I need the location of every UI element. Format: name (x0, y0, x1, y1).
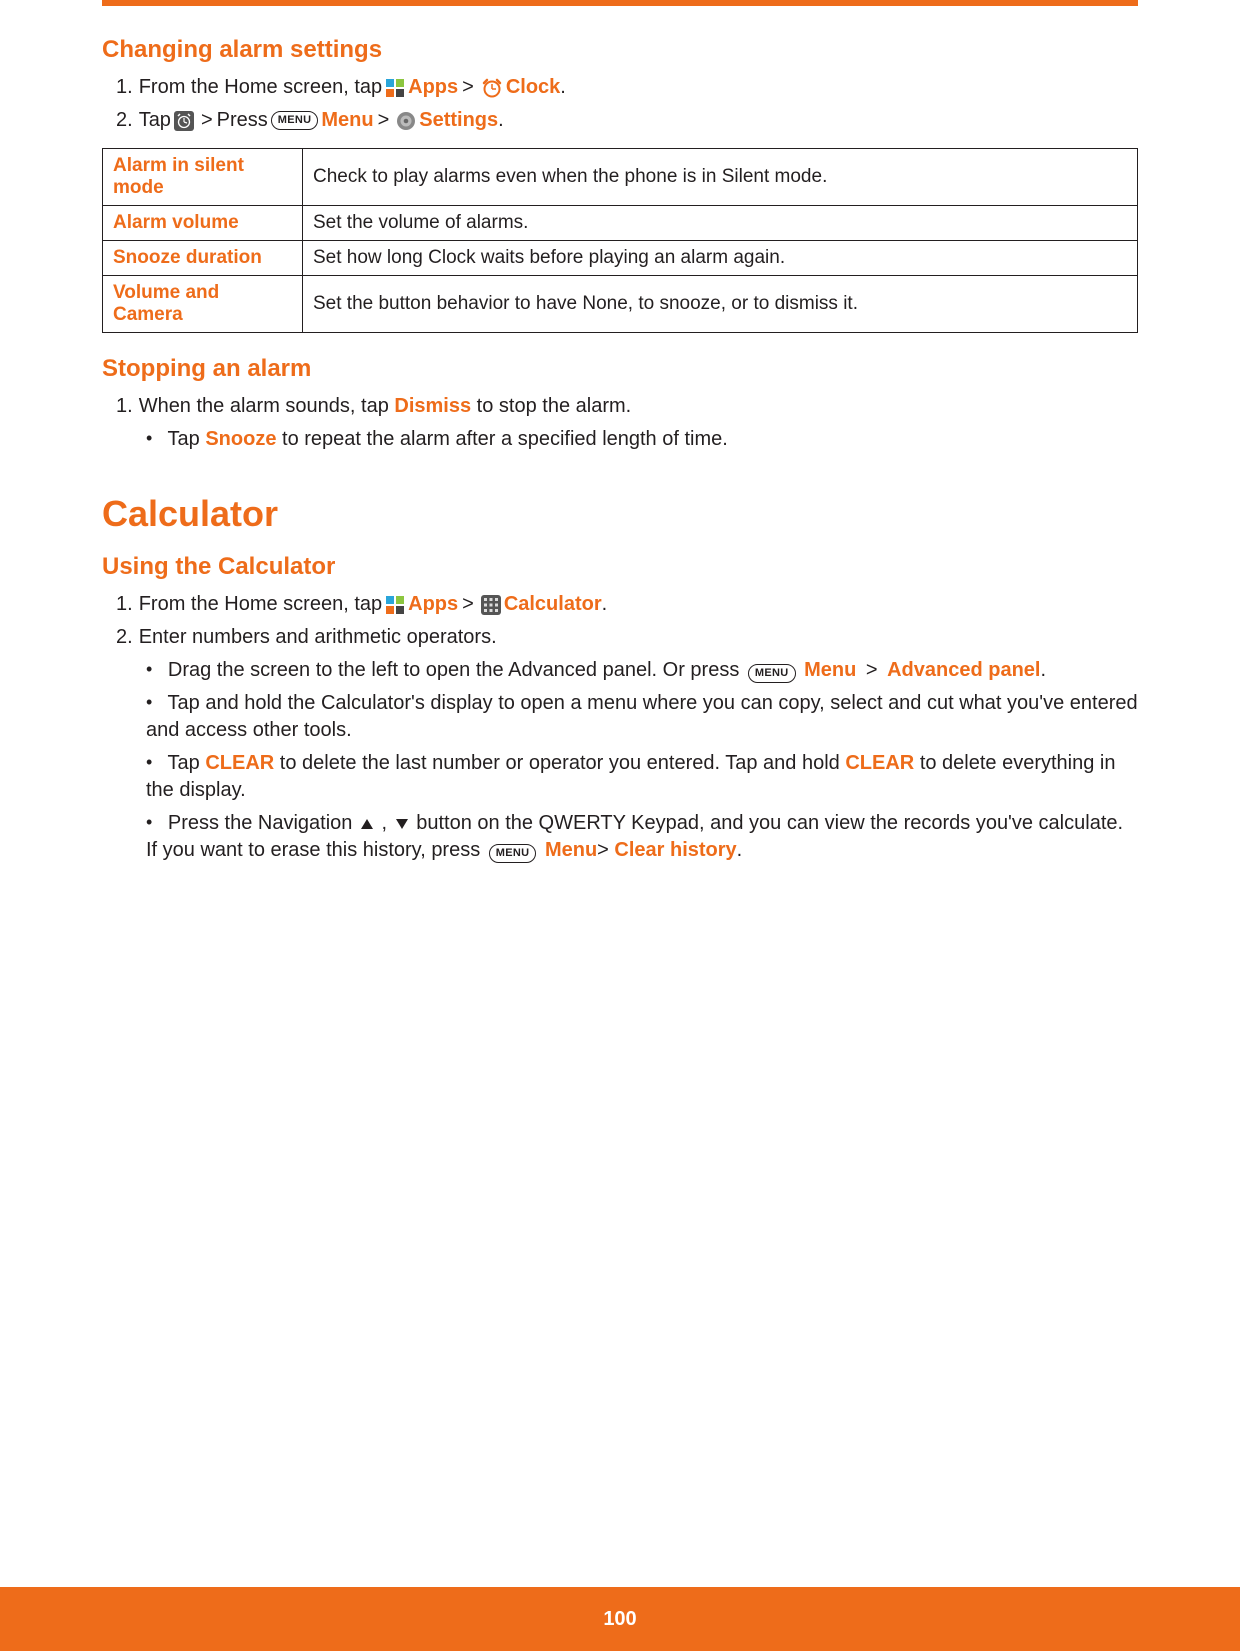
text: to delete the last number or operator yo… (280, 752, 840, 774)
setting-description: Check to play alarms even when the phone… (303, 149, 1138, 206)
text: to stop the alarm. (477, 393, 632, 420)
menu-label: Menu (804, 659, 856, 681)
step-number: 2. (116, 624, 133, 651)
separator: > (378, 107, 390, 134)
top-rule (102, 0, 1138, 6)
text: Press the Navigation (168, 812, 353, 834)
text: Tap and hold the Calculator's display to… (146, 692, 1138, 741)
menu-key-icon: menu (271, 111, 319, 130)
bullet-advanced-panel: Drag the screen to the left to open the … (146, 657, 1138, 684)
setting-description: Set how long Clock waits before playing … (303, 241, 1138, 276)
separator: > (597, 839, 609, 861)
step-number: 1. (116, 74, 133, 101)
setting-description: Set the volume of alarms. (303, 206, 1138, 241)
page: Changing alarm settings 1. From the Home… (0, 0, 1240, 1651)
nav-down-icon (395, 818, 409, 830)
text: Tap (168, 752, 200, 774)
step-1: 1. From the Home screen, tap Apps > Cloc… (116, 74, 1138, 101)
table-row: Snooze durationSet how long Clock waits … (103, 241, 1138, 276)
clear-label: CLEAR (845, 752, 914, 774)
separator: > (201, 107, 213, 134)
comma: , (382, 812, 388, 834)
step-number: 1. (116, 591, 133, 618)
stopping-alarm-steps: 1. When the alarm sounds, tap Dismiss to… (116, 393, 1138, 453)
alarm-tile-icon (174, 111, 194, 131)
menu-key-icon: menu (489, 844, 537, 863)
text: Press (217, 107, 268, 134)
heading-stopping-alarm: Stopping an alarm (102, 355, 1138, 383)
step-1: 1. When the alarm sounds, tap Dismiss to… (116, 393, 1138, 420)
period: . (602, 591, 608, 618)
clock-label: Clock (506, 74, 560, 101)
clear-history-label: Clear history (614, 839, 736, 861)
content: Changing alarm settings 1. From the Home… (102, 36, 1138, 870)
table-row: Alarm in silent modeCheck to play alarms… (103, 149, 1138, 206)
settings-gear-icon (396, 111, 416, 131)
heading-using-calculator: Using the Calculator (102, 553, 1138, 581)
table-row: Volume and CameraSet the button behavior… (103, 276, 1138, 333)
step-2: 2. Enter numbers and arithmetic operator… (116, 624, 1138, 651)
clear-label: CLEAR (205, 752, 274, 774)
table-row: Alarm volumeSet the volume of alarms. (103, 206, 1138, 241)
heading-changing-alarm: Changing alarm settings (102, 36, 1138, 64)
apps-label: Apps (408, 74, 458, 101)
text: From the Home screen, tap (139, 74, 382, 101)
advanced-panel-label: Advanced panel (887, 659, 1040, 681)
bullet-copy-cut: Tap and hold the Calculator's display to… (146, 690, 1138, 744)
setting-name: Snooze duration (103, 241, 303, 276)
text: From the Home screen, tap (139, 591, 382, 618)
apps-label: Apps (408, 591, 458, 618)
text: Enter numbers and arithmetic operators. (139, 624, 497, 651)
nav-up-icon (360, 818, 374, 830)
text: to repeat the alarm after a specified le… (282, 428, 728, 450)
bullet-clear: Tap CLEAR to delete the last number or o… (146, 750, 1138, 804)
text: Tap (168, 428, 200, 450)
setting-name: Volume and Camera (103, 276, 303, 333)
text: Drag the screen to the left to open the … (168, 659, 739, 681)
menu-key-label: menu (496, 846, 530, 861)
menu-key-label: menu (755, 666, 789, 681)
setting-name: Alarm in silent mode (103, 149, 303, 206)
menu-key-icon: menu (748, 664, 796, 683)
period: . (1040, 659, 1046, 681)
snooze-label: Snooze (205, 428, 276, 450)
apps-grid-icon (385, 595, 405, 615)
period: . (498, 107, 504, 134)
page-footer: 100 (0, 1587, 1240, 1651)
bullet-navigation-history: Press the Navigation , button on the QWE… (146, 810, 1138, 864)
clock-icon (481, 78, 503, 98)
menu-label: Menu (321, 107, 373, 134)
apps-grid-icon (385, 78, 405, 98)
text: Tap (139, 107, 171, 134)
period: . (560, 74, 566, 101)
alarm-settings-table: Alarm in silent modeCheck to play alarms… (102, 148, 1138, 333)
menu-label: Menu (545, 839, 597, 861)
calculator-steps: 1. From the Home screen, tap Apps > Calc… (116, 591, 1138, 864)
calculator-bullets: Drag the screen to the left to open the … (146, 657, 1138, 864)
sub-bullets: Tap Snooze to repeat the alarm after a s… (146, 426, 1138, 453)
separator: > (462, 74, 474, 101)
step-2: 2. Tap > Press menu Menu > Settings . (116, 107, 1138, 134)
menu-key-label: menu (278, 113, 312, 128)
calculator-label: Calculator (504, 591, 602, 618)
changing-alarm-steps: 1. From the Home screen, tap Apps > Cloc… (116, 74, 1138, 134)
setting-name: Alarm volume (103, 206, 303, 241)
setting-description: Set the button behavior to have None, to… (303, 276, 1138, 333)
step-number: 1. (116, 393, 133, 420)
bullet-snooze: Tap Snooze to repeat the alarm after a s… (146, 426, 1138, 453)
dismiss-label: Dismiss (394, 393, 471, 420)
calculator-tile-icon (481, 595, 501, 615)
period: . (737, 839, 743, 861)
settings-label: Settings (419, 107, 498, 134)
text: When the alarm sounds, tap (139, 393, 389, 420)
page-number: 100 (603, 1608, 636, 1631)
step-1: 1. From the Home screen, tap Apps > Calc… (116, 591, 1138, 618)
heading-calculator: Calculator (102, 493, 1138, 535)
separator: > (866, 659, 878, 681)
separator: > (462, 591, 474, 618)
step-number: 2. (116, 107, 133, 134)
